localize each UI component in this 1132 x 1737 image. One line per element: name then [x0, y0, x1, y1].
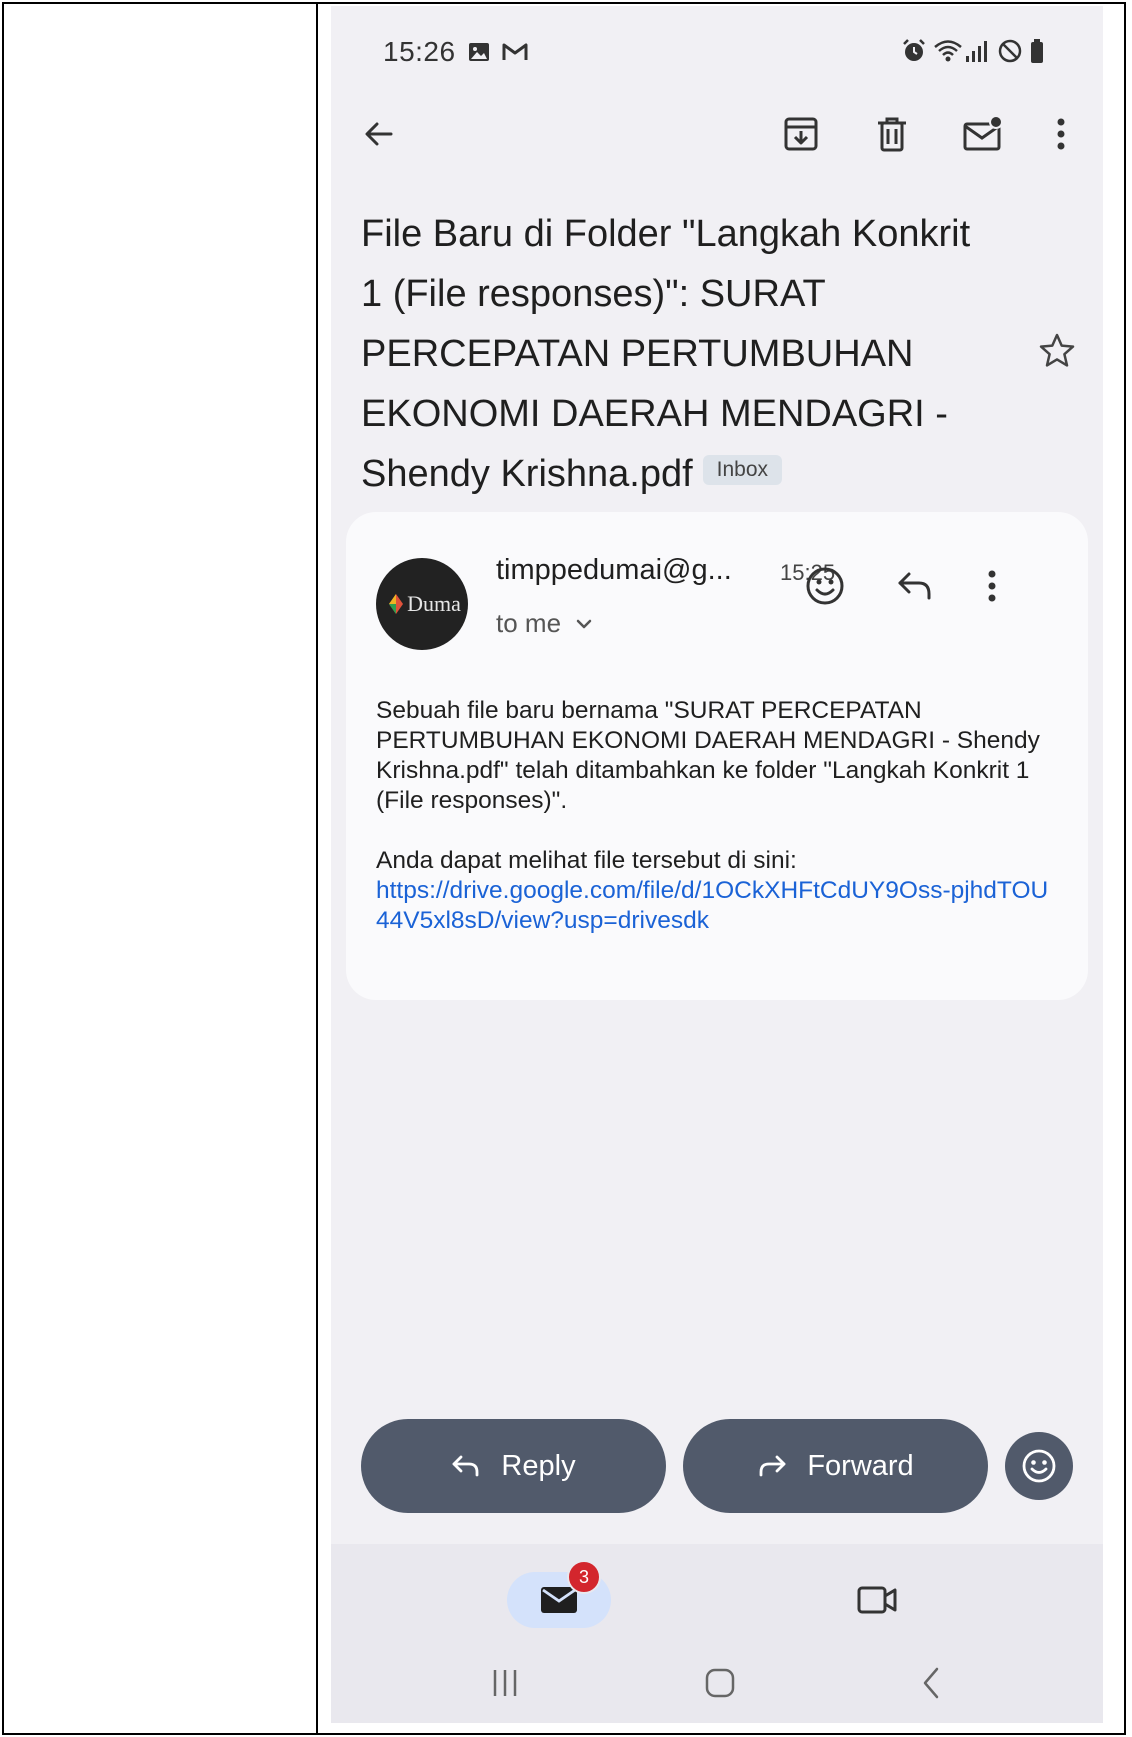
delete-icon [878, 117, 906, 152]
avatar[interactable]: Duma [376, 558, 468, 650]
recent-apps-button[interactable] [481, 1659, 529, 1707]
message-card: Duma timppedumai@g... 15:25 to me Sebuah… [346, 512, 1088, 1000]
email-toolbar [331, 96, 1103, 172]
reply-icon-button[interactable] [891, 562, 939, 610]
logo-icon [389, 594, 404, 614]
reply-icon [453, 1455, 479, 1477]
video-camera-icon [857, 1586, 897, 1614]
battery-icon [1029, 38, 1055, 64]
mark-unread-button[interactable] [961, 112, 1005, 156]
system-navigation-bar [331, 1643, 1103, 1723]
message-more-button[interactable] [968, 562, 1016, 610]
alarm-icon [901, 38, 927, 64]
gallery-icon [467, 40, 493, 66]
more-vert-icon [988, 570, 996, 602]
wifi-icon [933, 38, 962, 64]
body-paragraph: Anda dapat melihat file tersebut di sini… [376, 847, 797, 874]
archive-button[interactable] [779, 112, 823, 156]
body-paragraph: Sebuah file baru bernama "SURAT PERCEPAT… [376, 697, 1040, 814]
do-not-disturb-icon [997, 38, 1023, 64]
emoji-icon [806, 567, 844, 605]
home-icon [705, 1668, 735, 1698]
emoji-icon [1022, 1449, 1056, 1483]
message-body: Sebuah file baru bernama "SURAT PERCEPAT… [376, 696, 1056, 936]
mark-unread-icon [963, 115, 1003, 151]
status-left-icons [467, 40, 528, 66]
star-icon [1039, 333, 1075, 367]
sender-name[interactable]: timppedumai@g... [496, 554, 732, 587]
forward-label: Forward [807, 1449, 914, 1482]
back-button[interactable] [357, 112, 401, 156]
home-button[interactable] [696, 1659, 744, 1707]
star-button[interactable] [1037, 331, 1081, 375]
more-options-button[interactable] [1039, 112, 1083, 156]
signal-icon [965, 38, 991, 64]
inbox-label-chip[interactable]: Inbox [702, 454, 783, 485]
email-subject: File Baru di Folder "Langkah Konkrit 1 (… [361, 204, 1001, 504]
add-reaction-button[interactable] [801, 562, 849, 610]
avatar-text: Duma [407, 591, 461, 616]
nav-meet-tab[interactable] [851, 1574, 903, 1626]
drive-link[interactable]: https://drive.google.com/file/d/1OCkXHFt… [376, 877, 1048, 934]
gmail-icon [501, 40, 528, 66]
system-back-button[interactable] [907, 1659, 955, 1707]
archive-icon [784, 117, 818, 151]
chevron-down-icon [576, 619, 592, 628]
unread-count-badge: 3 [567, 1560, 601, 1594]
forward-icon [759, 1455, 786, 1477]
phone-screenshot: 15:26 File Baru di Folder "Langkah Konkr… [331, 6, 1103, 1723]
status-right-icons [901, 38, 1055, 64]
subject-text: File Baru di Folder "Langkah Konkrit 1 (… [361, 213, 971, 495]
recipient-details-toggle[interactable]: to me [496, 608, 593, 639]
reply-button[interactable]: Reply [361, 1419, 666, 1513]
recipient-label: to me [496, 608, 562, 638]
more-vert-icon [1057, 118, 1065, 150]
delete-button[interactable] [870, 112, 914, 156]
forward-button[interactable]: Forward [683, 1419, 988, 1513]
arrow-left-icon [365, 122, 393, 146]
bottom-navigation: 3 [331, 1544, 1103, 1643]
chevron-left-icon [923, 1667, 939, 1699]
recent-apps-icon [493, 1670, 517, 1696]
status-time: 15:26 [383, 36, 456, 67]
react-button[interactable] [1005, 1432, 1073, 1500]
reply-icon [898, 572, 931, 600]
reply-label: Reply [501, 1449, 576, 1482]
status-bar: 15:26 [331, 6, 1103, 90]
table-column-divider [316, 2, 318, 1735]
